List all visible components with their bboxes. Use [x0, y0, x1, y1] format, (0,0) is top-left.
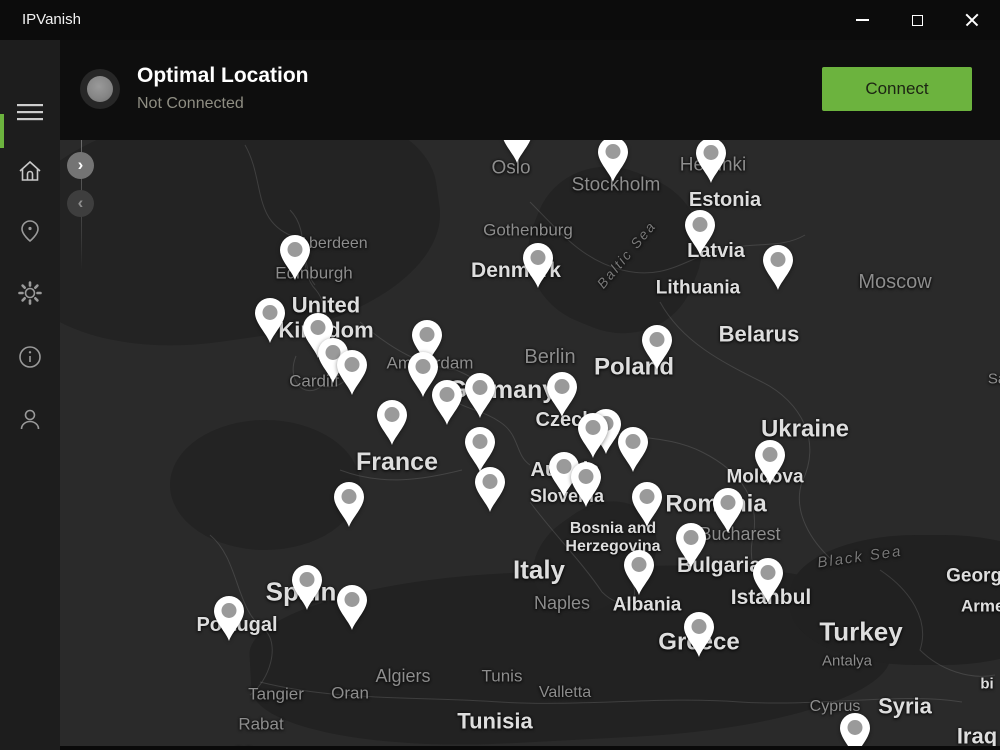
titlebar: IPVanish — [0, 0, 1000, 40]
map-pin[interactable] — [673, 522, 709, 569]
map-pin[interactable] — [639, 324, 675, 371]
map-pin[interactable] — [621, 549, 657, 596]
location-pin-icon — [16, 217, 44, 245]
close-button[interactable] — [949, 0, 995, 40]
sidebar — [0, 40, 60, 750]
map-pin[interactable] — [277, 234, 313, 281]
map-pin[interactable] — [334, 349, 370, 396]
close-icon — [965, 13, 979, 27]
minimize-icon — [856, 19, 869, 21]
home-icon — [16, 157, 44, 185]
map-pin[interactable] — [760, 244, 796, 291]
map-pin[interactable] — [629, 481, 665, 528]
page-title: Optimal Location — [137, 64, 309, 88]
connection-status-text: Not Connected — [137, 95, 244, 113]
sidebar-item-home[interactable] — [10, 151, 50, 191]
sidebar-item-settings[interactable] — [10, 273, 50, 313]
map-pin[interactable] — [681, 611, 717, 658]
app-title: IPVanish — [22, 11, 81, 28]
map-pin[interactable] — [289, 564, 325, 611]
map-pin[interactable] — [752, 439, 788, 486]
maximize-button[interactable] — [894, 0, 940, 40]
settings-gear-icon — [16, 279, 44, 307]
active-indicator — [0, 114, 4, 148]
map-pin[interactable] — [252, 297, 288, 344]
maximize-icon — [912, 15, 923, 26]
map-canvas[interactable]: › ‹ OsloStockholmHelsinkiGothenburgMosco… — [60, 140, 1000, 750]
menu-icon — [16, 101, 44, 123]
menu-button[interactable] — [10, 92, 50, 132]
map-next-button[interactable]: › — [67, 152, 94, 179]
map-pin[interactable] — [837, 712, 873, 750]
map-pin[interactable] — [693, 140, 729, 184]
header: Optimal Location Not Connected Connect — [60, 40, 1000, 140]
connection-status-indicator — [80, 69, 120, 109]
map-pin[interactable] — [429, 379, 465, 426]
map-pin[interactable] — [595, 140, 631, 183]
map-prev-button[interactable]: ‹ — [67, 190, 94, 217]
map-pin[interactable] — [544, 371, 580, 418]
account-icon — [16, 405, 44, 433]
map-pin[interactable] — [568, 461, 604, 508]
sidebar-item-account[interactable] — [10, 399, 50, 439]
map-pin[interactable] — [615, 426, 651, 473]
map-pin[interactable] — [499, 140, 535, 164]
map-pin[interactable] — [374, 399, 410, 446]
bottom-bar — [60, 746, 1000, 750]
sidebar-item-locations[interactable] — [10, 211, 50, 251]
map-pin[interactable] — [710, 487, 746, 534]
map-pin[interactable] — [472, 466, 508, 513]
minimize-button[interactable] — [839, 0, 885, 40]
info-icon — [16, 343, 44, 371]
country-borders — [60, 140, 1000, 750]
map-pin[interactable] — [211, 595, 247, 642]
map-pin[interactable] — [520, 242, 556, 289]
map-pin[interactable] — [334, 584, 370, 631]
status-lamp-icon — [87, 76, 113, 102]
map-pin[interactable] — [331, 481, 367, 528]
map-pin[interactable] — [750, 557, 786, 604]
map-pin[interactable] — [682, 209, 718, 256]
connect-button[interactable]: Connect — [822, 67, 972, 111]
sidebar-item-info[interactable] — [10, 337, 50, 377]
map-pin[interactable] — [462, 372, 498, 419]
